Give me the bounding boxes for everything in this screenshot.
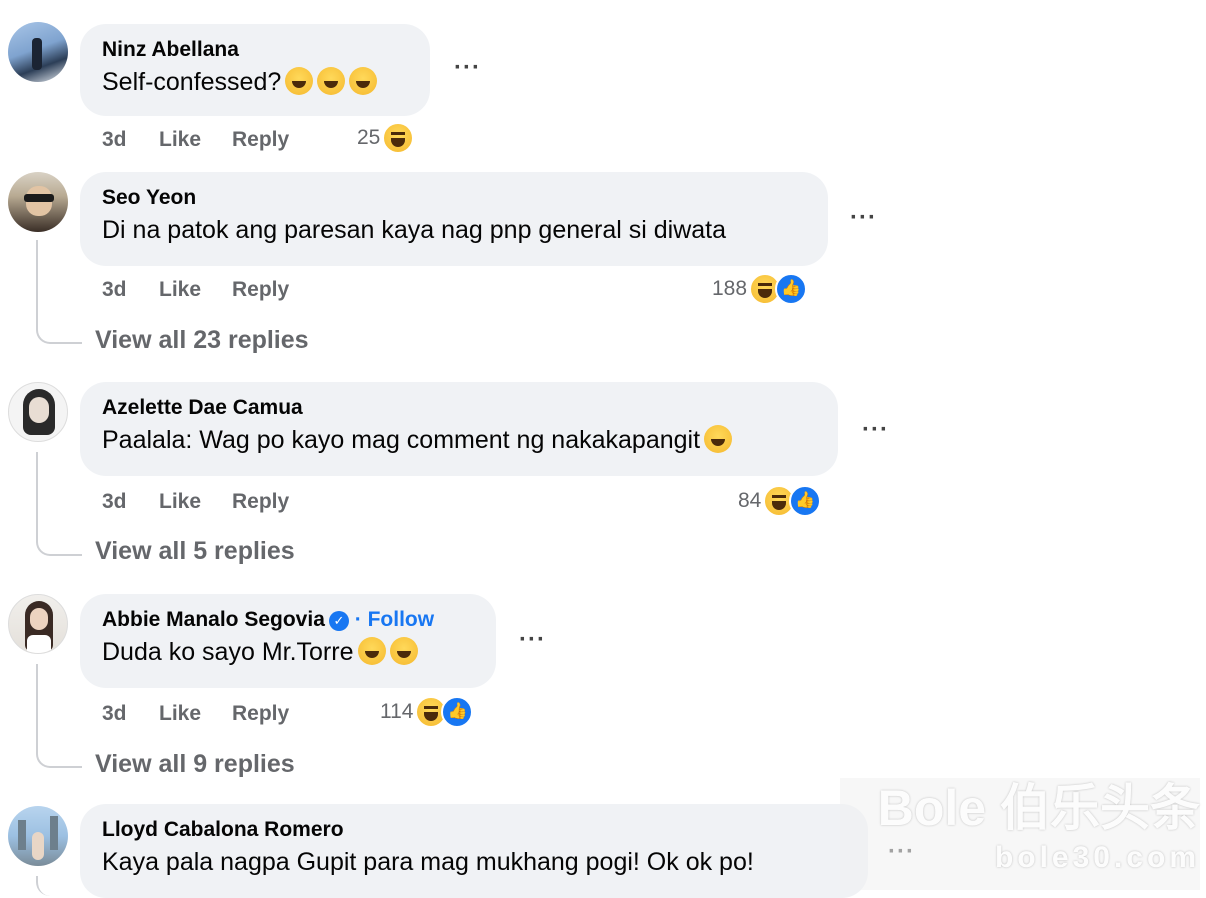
reaction-summary[interactable]: 25 [357, 122, 415, 154]
comment-text: Self-confessed? [102, 64, 408, 100]
comment-bubble: Abbie Manalo Segovia ✓ · Follow Duda ko s… [80, 594, 496, 688]
reply-button[interactable]: Reply [232, 278, 289, 302]
haha-reaction-icon [382, 122, 415, 154]
verified-badge-icon: ✓ [328, 611, 349, 631]
timestamp[interactable]: 3d [102, 490, 127, 514]
author-name[interactable]: Abbie Manalo Segovia [102, 608, 325, 631]
reply-button[interactable]: Reply [232, 702, 289, 726]
author-name[interactable]: Lloyd Cabalona Romero [102, 816, 846, 844]
comment-text: Kaya pala nagpa Gupit para mag mukhang p… [102, 848, 754, 876]
thinking-emoji-icon [389, 637, 418, 665]
grin-emoji-icon [285, 67, 314, 95]
comment-bubble: Ninz Abellana Self-confessed? [80, 24, 430, 116]
follow-separator: · [354, 608, 362, 631]
thread-connector [36, 664, 82, 768]
avatar[interactable] [8, 806, 68, 866]
watermark: Bole 伯乐头条 bole30.com [840, 778, 1200, 890]
like-reaction-icon: 👍 [775, 273, 808, 305]
author-name[interactable]: Seo Yeon [102, 184, 806, 212]
reaction-count: 25 [357, 126, 381, 149]
view-replies-link[interactable]: View all 23 replies [95, 326, 309, 355]
timestamp[interactable]: 3d [102, 128, 127, 152]
reply-button[interactable]: Reply [232, 490, 289, 514]
like-reaction-icon: 👍 [441, 696, 474, 728]
laughing-tears-emoji-icon [704, 425, 733, 453]
reaction-summary[interactable]: 188 👍 [712, 273, 808, 305]
view-replies-link[interactable]: View all 5 replies [95, 537, 295, 566]
grin-emoji-icon [349, 67, 378, 95]
more-options-icon[interactable]: ··· [454, 56, 481, 80]
avatar[interactable] [8, 382, 68, 442]
like-button[interactable]: Like [159, 128, 201, 152]
follow-button[interactable]: Follow [368, 608, 435, 631]
thread-connector [36, 452, 82, 556]
reaction-summary[interactable]: 114 👍 [380, 696, 474, 728]
reaction-count: 188 [712, 277, 748, 300]
watermark-logo: Bole 伯乐头条 [877, 780, 1200, 836]
reaction-summary[interactable]: 84 👍 [738, 485, 822, 517]
reply-button[interactable]: Reply [232, 128, 289, 152]
more-options-icon[interactable]: ··· [850, 206, 877, 230]
comment-text: Duda ko sayo Mr.Torre [102, 634, 474, 670]
comment-bubble: Seo Yeon Di na patok ang paresan kaya na… [80, 172, 828, 266]
timestamp[interactable]: 3d [102, 278, 127, 302]
monocle-emoji-icon [357, 637, 386, 665]
like-button[interactable]: Like [159, 278, 201, 302]
avatar[interactable] [8, 594, 68, 654]
view-replies-link[interactable]: View all 9 replies [95, 750, 295, 779]
author-name[interactable]: Azelette Dae Camua [102, 394, 816, 422]
like-button[interactable]: Like [159, 702, 201, 726]
timestamp[interactable]: 3d [102, 702, 127, 726]
avatar[interactable] [8, 172, 68, 232]
more-options-icon[interactable]: ··· [862, 418, 889, 442]
author-name-row: Abbie Manalo Segovia ✓ · Follow [102, 606, 474, 634]
watermark-url: bole30.com [994, 841, 1200, 874]
grin-emoji-icon [317, 67, 346, 95]
more-options-icon[interactable]: ··· [519, 628, 546, 652]
comment-text: Paalala: Wag po kayo mag comment ng naka… [102, 422, 816, 458]
reaction-count: 114 [380, 700, 414, 723]
comment-bubble: Lloyd Cabalona Romero Kaya pala nagpa Gu… [80, 804, 868, 898]
comment-bubble: Azelette Dae Camua Paalala: Wag po kayo … [80, 382, 838, 476]
avatar[interactable] [8, 22, 68, 82]
like-reaction-icon: 👍 [789, 485, 822, 517]
comment-text: Di na patok ang paresan kaya nag pnp gen… [102, 216, 727, 244]
reaction-count: 84 [738, 489, 762, 512]
thread-connector [36, 876, 82, 896]
author-name[interactable]: Ninz Abellana [102, 36, 408, 64]
thread-connector [36, 240, 82, 344]
like-button[interactable]: Like [159, 490, 201, 514]
